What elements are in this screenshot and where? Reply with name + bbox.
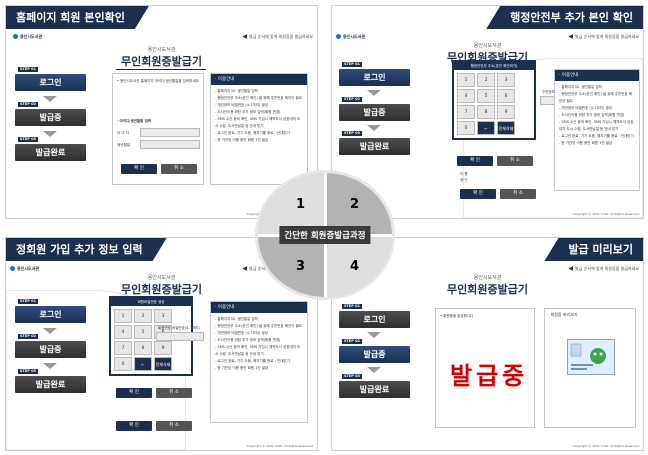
caption-step3: 정회원 가입 추가 정보 입력 [6,238,167,261]
key-3[interactable]: 3 [154,309,172,323]
key-2[interactable]: 2 [477,73,495,87]
speaker-icon: ◀ [242,33,248,40]
page-title: 무인회원증발급기 [121,55,202,68]
cancel-button[interactable]: 취 소 [497,156,533,166]
step-issuing: STEP 02 발급중 [15,102,86,126]
step-done: STEP 03 발급완료 [15,369,86,393]
key-9[interactable]: 9 [497,105,515,119]
hub-number-4: 4 [350,259,360,274]
panel-ministry-identity: 행정안전부 추가 본인 확인 용인시도서관 ◀ 발급 순서에 맞게 회원증을 발급… [331,5,644,219]
step-done: STEP 03 발급완료 [339,131,410,155]
key-4[interactable]: 4 [114,325,132,339]
caption-step1: 홈페이지 회원 본인확인 [6,6,149,29]
key-7[interactable]: 7 [457,105,475,119]
notice: ◀발급 순서에 맞게 회원증을 발급하세요 [242,33,313,40]
speaker-icon: ◀ [242,265,248,272]
caption-step2: 행정안전부 추가 본인 확인 [486,6,643,29]
hub-number-2: 2 [350,197,360,212]
process-hub: 1 2 3 4 간단한 회원증발급과정 [255,170,395,300]
confirm-button[interactable]: 확 인 [121,164,157,174]
key-0[interactable]: 0 [457,121,475,135]
card-preview: · 회원증 미리보기 [544,308,636,428]
key-5[interactable]: 5 [134,325,152,339]
library-logo: 용인시도서관 [13,34,42,40]
key-8[interactable]: 8 [134,341,152,355]
ministry-keypad: 행정안전부 주소(본인 확인하기) 123 456 789 0 ← 전체삭제 [452,60,536,140]
notice: ◀발급 순서에 맞게 회원증을 발급하세요 [568,265,639,272]
hub-label: 간단한 회원증발급과정 [279,226,371,244]
page-title: 무인회원증발급기 [121,283,202,296]
hub-number-3: 3 [296,259,306,274]
key-4[interactable]: 4 [457,89,475,103]
step-login: STEP 01 로그인 [15,299,86,323]
password-input[interactable] [156,332,204,341]
step-issuing: STEP 02 발급중 [15,334,86,358]
step-done: STEP 03 발급완료 [339,374,410,398]
cancel-button-2[interactable]: 취 소 [500,189,536,199]
cancel-button-2[interactable]: 취 소 [156,421,192,431]
key-6[interactable]: 6 [497,89,515,103]
hub-number-1: 1 [296,197,306,212]
usage-guide: · 이용안내 - 홈페이지 ID, 생년월일 입력 - 행정안전부 주소(본인 확… [210,301,308,423]
login-form: • 용인시도서관 홈페이지 아이디/생년월일을 입력하세요 · 아이디/생년월일… [112,73,204,185]
cancel-button[interactable]: 취 소 [156,388,192,398]
clear-all-key[interactable]: 전체삭제 [497,121,515,135]
key-1[interactable]: 1 [114,309,132,323]
birth-input[interactable] [140,140,200,149]
key-3[interactable]: 3 [497,73,515,87]
step-login: STEP 01 로그인 [15,67,86,91]
key-0[interactable]: 0 [114,357,132,371]
confirm-button[interactable]: 확 인 [116,388,152,398]
confirm-button[interactable]: 확 인 [457,156,493,166]
confirm-button-2[interactable]: 확 인 [460,189,496,199]
confirm-button-2[interactable]: 확 인 [116,421,152,431]
key-1[interactable]: 1 [457,73,475,87]
issuing-status-text: 발급중 [450,362,529,390]
backspace-key[interactable]: ← [477,121,495,135]
step-issuing: STEP 02 발급중 [339,339,410,363]
usage-guide: · 이용안내 - 홈페이지 ID, 생년월일 입력 - 행정안전부 주소(본인 확… [554,69,640,191]
notice: ◀발급 순서에 맞게 회원증을 발급하세요 [568,33,639,40]
step-login: STEP 01 로그인 [339,62,410,86]
clear-all-key[interactable]: 전체삭제 [154,357,172,371]
library-logo: 용인시도서관 [336,34,365,40]
step-issuing: STEP 02 발급중 [339,97,410,121]
step-login: STEP 01 로그인 [339,304,410,328]
library-logo: 용인시도서관 [10,266,39,272]
key-5[interactable]: 5 [477,89,495,103]
service-name: 용인시도서관 [147,47,176,53]
id-input[interactable] [140,128,200,137]
backspace-key[interactable]: ← [134,357,152,371]
speaker-icon: ◀ [568,33,574,40]
caption-step4: 발급 미리보기 [544,238,643,261]
key-9[interactable]: 9 [154,341,172,355]
usage-guide: · 이용안내 - 홈페이지 ID, 생년월일 입력 - 행정안전부 주소(본인 확… [210,73,308,185]
member-card-image [567,339,615,375]
key-7[interactable]: 7 [114,341,132,355]
cancel-button[interactable]: 취 소 [161,164,197,174]
key-8[interactable]: 8 [477,105,495,119]
key-2[interactable]: 2 [134,309,152,323]
speaker-icon: ◀ [568,265,574,272]
step-done: STEP 03 발급완료 [15,137,86,161]
